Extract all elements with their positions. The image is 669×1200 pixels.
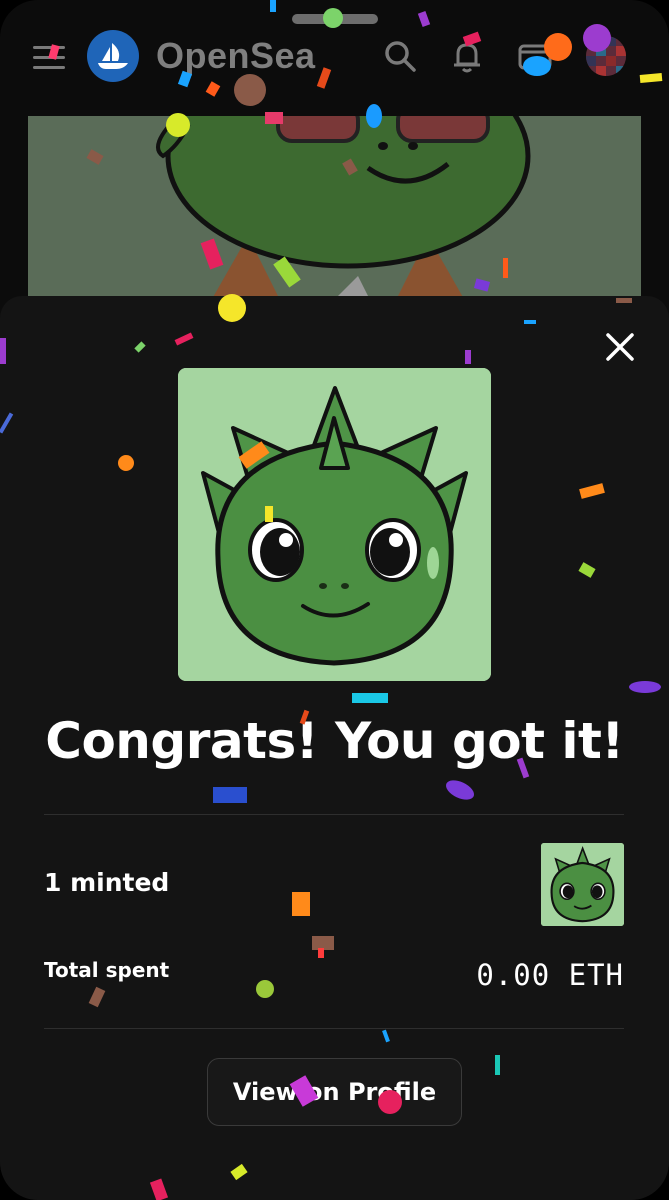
opensea-logo-icon[interactable]: [87, 30, 139, 82]
wallet-icon[interactable]: [517, 38, 553, 74]
sheet-grabber[interactable]: [292, 14, 378, 24]
avatar[interactable]: [586, 36, 626, 76]
close-icon[interactable]: [603, 330, 637, 364]
top-navigation-bar: OpenSea: [0, 26, 669, 98]
total-spent-label: Total spent: [44, 958, 170, 982]
minted-nft-thumbnail[interactable]: [541, 843, 624, 926]
bell-icon[interactable]: [449, 38, 485, 74]
minted-count: 1 minted: [44, 868, 170, 897]
minted-nft-image: [178, 368, 491, 681]
divider: [44, 814, 624, 815]
search-icon[interactable]: [382, 38, 418, 74]
congrats-headline: Congrats! You got it!: [45, 712, 624, 770]
divider: [44, 1028, 624, 1029]
total-spent-value: 0.00 ETH: [476, 958, 624, 992]
background-nft-image: [28, 116, 641, 316]
menu-icon[interactable]: [33, 46, 65, 70]
brand-name[interactable]: OpenSea: [156, 35, 316, 77]
app-screen: OpenSea Congrats! You got it! 1 minted T…: [0, 0, 669, 1200]
view-on-profile-button[interactable]: View on Profile: [207, 1058, 462, 1126]
